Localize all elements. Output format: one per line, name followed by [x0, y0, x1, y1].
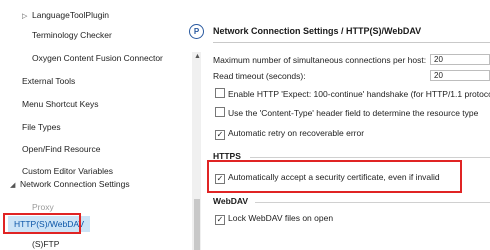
tree-item-languagetoolplugin[interactable]: ▷ LanguageToolPlugin	[22, 9, 109, 21]
auto-retry-checkbox[interactable]: ✓	[215, 130, 225, 140]
auto-retry-checkbox-row[interactable]: ✓ Automatic retry on recoverable error	[215, 127, 364, 140]
content-type-checkbox[interactable]	[215, 107, 225, 117]
project-options-icon[interactable]: P	[189, 24, 204, 39]
collapse-arrow-icon[interactable]: ◢	[10, 180, 20, 192]
highlight-box-accept-certificate	[207, 160, 462, 193]
content-type-checkbox-row[interactable]: Use the 'Content-Type' header field to d…	[215, 107, 478, 119]
read-timeout-label: Read timeout (seconds):	[213, 71, 306, 81]
page-title: Network Connection Settings / HTTP(S)/We…	[213, 26, 422, 36]
tree-item-menu-shortcut-keys[interactable]: Menu Shortcut Keys	[22, 98, 99, 110]
max-connections-field[interactable]: 20	[430, 54, 490, 65]
lock-webdav-checkbox[interactable]: ✓	[215, 215, 225, 225]
expand-arrow-icon[interactable]: ▷	[22, 11, 32, 23]
max-connections-label: Maximum number of simultaneous connectio…	[213, 55, 427, 65]
tree-item-custom-editor-variables[interactable]: Custom Editor Variables	[22, 165, 113, 177]
tree-item-network-connection-settings[interactable]: ◢ Network Connection Settings	[10, 178, 130, 190]
tree-item-external-tools[interactable]: External Tools	[22, 75, 75, 87]
tree-item-terminology-checker[interactable]: Terminology Checker	[32, 29, 112, 41]
title-divider	[213, 42, 490, 43]
tree-item-file-types[interactable]: File Types	[22, 121, 61, 133]
scroll-up-arrow-icon[interactable]: ▲	[194, 53, 201, 60]
tree-item-oxygen-content-fusion-connector[interactable]: Oxygen Content Fusion Connector	[32, 52, 163, 64]
read-timeout-field[interactable]: 20	[430, 70, 490, 81]
tree-item-open-find-resource[interactable]: Open/Find Resource	[22, 143, 100, 155]
expect-continue-checkbox[interactable]	[215, 88, 225, 98]
lock-webdav-checkbox-row[interactable]: ✓ Lock WebDAV files on open	[215, 212, 333, 225]
expect-continue-checkbox-row[interactable]: Enable HTTP 'Expect: 100-continue' hands…	[215, 88, 490, 100]
webdav-section-heading: WebDAV	[213, 196, 249, 206]
tree-item-proxy[interactable]: Proxy	[32, 201, 54, 213]
highlight-box-tree-selection	[3, 213, 81, 234]
tree-item-sftp[interactable]: (S)FTP	[32, 238, 59, 250]
webdav-section-divider	[255, 202, 490, 203]
scrollbar-thumb[interactable]	[194, 199, 200, 250]
https-section-divider	[250, 157, 490, 158]
